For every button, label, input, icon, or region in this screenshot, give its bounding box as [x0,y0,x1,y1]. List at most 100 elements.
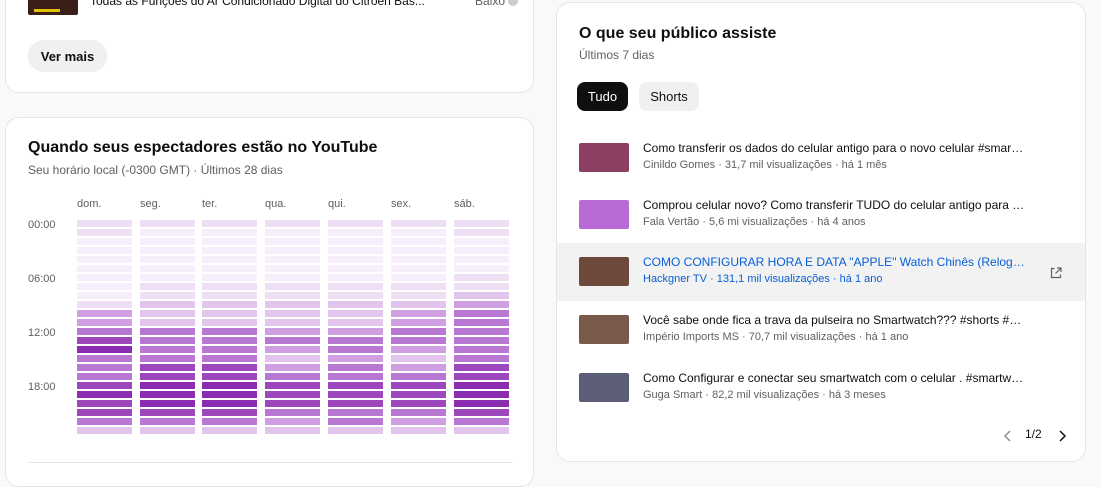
heatmap-cell[interactable] [202,355,257,362]
heatmap-cell[interactable] [391,328,446,335]
heatmap-cell[interactable] [391,346,446,353]
heatmap-cell[interactable] [140,373,195,380]
heatmap-cell[interactable] [328,355,383,362]
heatmap-cell[interactable] [328,373,383,380]
heatmap-cell[interactable] [265,256,320,263]
heatmap-cell[interactable] [202,418,257,425]
video-title[interactable]: Comprou celular novo? Como transferir TU… [643,198,1025,212]
heatmap-cell[interactable] [77,391,132,398]
heatmap-cell[interactable] [77,229,132,236]
heatmap-cell[interactable] [265,229,320,236]
heatmap-cell[interactable] [391,373,446,380]
heatmap-cell[interactable] [454,346,509,353]
heatmap-cell[interactable] [391,274,446,281]
heatmap-cell[interactable] [77,364,132,371]
heatmap-cell[interactable] [454,391,509,398]
heatmap-cell[interactable] [202,328,257,335]
heatmap-cell[interactable] [202,238,257,245]
heatmap-cell[interactable] [328,382,383,389]
heatmap-cell[interactable] [140,346,195,353]
heatmap-cell[interactable] [391,364,446,371]
heatmap-cell[interactable] [140,283,195,290]
heatmap-cell[interactable] [265,337,320,344]
heatmap-cell[interactable] [202,292,257,299]
heatmap-cell[interactable] [391,418,446,425]
heatmap-cell[interactable] [265,364,320,371]
heatmap-cell[interactable] [140,427,195,434]
heatmap-cell[interactable] [328,427,383,434]
heatmap-cell[interactable] [265,373,320,380]
heatmap-cell[interactable] [202,301,257,308]
chip-all[interactable]: Tudo [577,82,628,111]
heatmap-cell[interactable] [77,301,132,308]
heatmap-cell[interactable] [454,373,509,380]
heatmap-cell[interactable] [328,256,383,263]
heatmap-cell[interactable] [454,292,509,299]
heatmap-cell[interactable] [265,274,320,281]
heatmap-cell[interactable] [202,382,257,389]
video-thumbnail[interactable] [28,0,78,15]
heatmap-cell[interactable] [202,409,257,416]
heatmap-cell[interactable] [391,310,446,317]
heatmap-cell[interactable] [202,337,257,344]
heatmap-cell[interactable] [77,346,132,353]
heatmap-cell[interactable] [265,400,320,407]
heatmap-cell[interactable] [202,373,257,380]
heatmap-cell[interactable] [328,283,383,290]
heatmap-cell[interactable] [140,355,195,362]
heatmap-cell[interactable] [454,220,509,227]
heatmap-cell[interactable] [454,229,509,236]
heatmap-cell[interactable] [140,382,195,389]
heatmap-cell[interactable] [328,301,383,308]
heatmap-cell[interactable] [202,247,257,254]
heatmap-cell[interactable] [265,220,320,227]
heatmap-cell[interactable] [454,418,509,425]
chip-shorts[interactable]: Shorts [639,82,699,111]
heatmap-cell[interactable] [391,382,446,389]
heatmap-cell[interactable] [454,238,509,245]
heatmap-cell[interactable] [265,319,320,326]
video-thumbnail[interactable] [579,257,629,286]
heatmap-cell[interactable] [140,265,195,272]
heatmap-cell[interactable] [77,373,132,380]
heatmap-cell[interactable] [328,274,383,281]
video-row[interactable]: Como Configurar e conectar seu smartwatc… [557,359,1085,417]
heatmap-cell[interactable] [202,364,257,371]
heatmap-cell[interactable] [265,391,320,398]
heatmap-cell[interactable] [391,238,446,245]
video-thumbnail[interactable] [579,315,629,344]
heatmap-cell[interactable] [202,346,257,353]
heatmap-cell[interactable] [77,292,132,299]
chevron-right-icon[interactable] [1055,429,1069,443]
video-title[interactable]: COMO CONFIGURAR HORA E DATA "APPLE" Watc… [643,255,1025,269]
heatmap-cell[interactable] [140,409,195,416]
heatmap-cell[interactable] [265,346,320,353]
video-row[interactable]: Você sabe onde fica a trava da pulseira … [557,301,1085,359]
heatmap-cell[interactable] [328,346,383,353]
video-row[interactable]: Todas as Funções do Ar Condicionado Digi… [28,0,518,15]
heatmap-cell[interactable] [391,283,446,290]
heatmap-cell[interactable] [391,247,446,254]
heatmap-cell[interactable] [454,427,509,434]
heatmap-cell[interactable] [202,265,257,272]
heatmap-cell[interactable] [265,355,320,362]
heatmap-cell[interactable] [265,418,320,425]
heatmap-cell[interactable] [328,310,383,317]
heatmap-cell[interactable] [391,292,446,299]
heatmap-cell[interactable] [391,301,446,308]
open-in-new-icon[interactable] [1049,266,1063,280]
heatmap-cell[interactable] [140,229,195,236]
heatmap-cell[interactable] [77,337,132,344]
heatmap-cell[interactable] [454,364,509,371]
heatmap-cell[interactable] [328,409,383,416]
heatmap-cell[interactable] [140,328,195,335]
heatmap-cell[interactable] [202,229,257,236]
heatmap-cell[interactable] [140,391,195,398]
heatmap-cell[interactable] [328,238,383,245]
heatmap-cell[interactable] [265,382,320,389]
see-more-button[interactable]: Ver mais [28,40,107,72]
heatmap-cell[interactable] [265,292,320,299]
heatmap-cell[interactable] [454,265,509,272]
heatmap-cell[interactable] [77,274,132,281]
heatmap-cell[interactable] [454,400,509,407]
